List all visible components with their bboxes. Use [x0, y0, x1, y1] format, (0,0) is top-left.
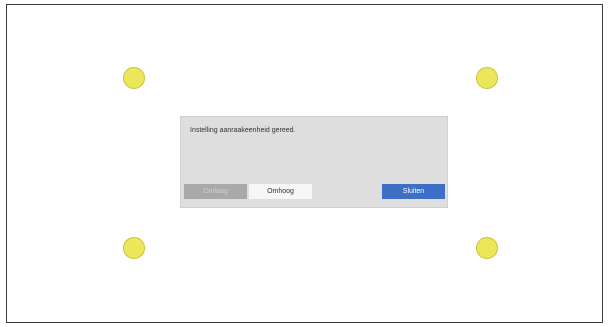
dialog-message: Instelling aanraakeenheid gereed.	[190, 127, 296, 134]
touch-setup-dialog: Instelling aanraakeenheid gereed. Omlaag…	[180, 116, 448, 208]
calibration-target-bottom-left[interactable]	[123, 237, 145, 259]
calibration-target-bottom-right[interactable]	[476, 237, 498, 259]
calibration-screen: Instelling aanraakeenheid gereed. Omlaag…	[6, 4, 603, 323]
up-button[interactable]: Omhoog	[249, 184, 312, 199]
down-button: Omlaag	[184, 184, 247, 199]
close-button[interactable]: Sluiten	[382, 184, 445, 199]
calibration-target-top-right[interactable]	[476, 67, 498, 89]
calibration-target-top-left[interactable]	[123, 67, 145, 89]
